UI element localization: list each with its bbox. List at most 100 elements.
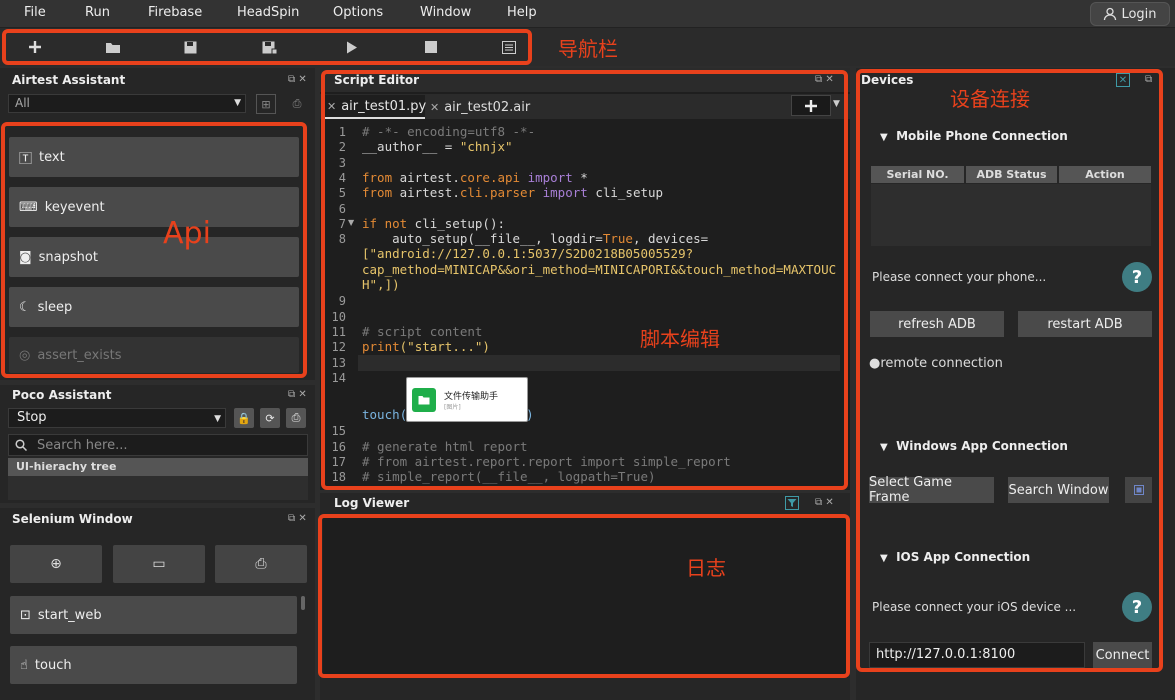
api-keyevent-button[interactable]: ⌨ keyevent: [9, 187, 299, 227]
table-header: Serial NO.: [871, 166, 964, 183]
search-window-button[interactable]: Search Window: [1008, 477, 1109, 503]
save-button[interactable]: [179, 36, 201, 58]
filter-select[interactable]: All ▼: [8, 94, 246, 113]
toolbar-annotation: 导航栏: [558, 37, 618, 61]
folder-icon: [106, 42, 120, 53]
filter-icon: [787, 499, 797, 507]
connect-button[interactable]: Connect: [1093, 642, 1152, 668]
plus-icon: [29, 41, 41, 53]
help-icon[interactable]: ?: [1122, 262, 1152, 292]
tab-air-test02[interactable]: ✕ air_test02.air: [428, 95, 538, 119]
menu-run[interactable]: Run: [85, 5, 110, 20]
panel-controls[interactable]: ⧉ ✕: [288, 513, 307, 524]
fold-arrow-icon[interactable]: ▼: [348, 218, 354, 227]
log-output[interactable]: [323, 516, 848, 678]
restart-adb-button[interactable]: restart ADB: [1018, 311, 1152, 337]
ios-url-input[interactable]: http://127.0.0.1:8100: [869, 642, 1085, 668]
filter-value: All: [15, 96, 30, 110]
help-icon[interactable]: ?: [1122, 592, 1152, 622]
save-as-icon: [262, 41, 277, 54]
code-line: # simple_report(__file__, logpath=True): [362, 469, 656, 484]
camera-icon: ⎙: [255, 556, 267, 572]
image-thumbnail[interactable]: 文件传输助手 [图片]: [406, 377, 528, 422]
poco-search-input[interactable]: Search here...: [8, 434, 308, 456]
api-sleep-button[interactable]: ☾ sleep: [9, 287, 299, 327]
scrollbar[interactable]: [301, 596, 305, 610]
selenium-touch-button[interactable]: ☝ touch: [10, 646, 297, 684]
menu-window[interactable]: Window: [420, 5, 471, 20]
current-line-highlight: [358, 355, 840, 371]
tools-icon[interactable]: ✕: [1116, 73, 1130, 87]
ios-connect-prompt: Please connect your iOS device ...: [872, 600, 1077, 614]
menu-help[interactable]: Help: [507, 5, 537, 20]
close-icon[interactable]: ✕: [430, 101, 439, 114]
open-file-button[interactable]: [102, 36, 124, 58]
remote-connection-toggle[interactable]: ●remote connection: [869, 356, 1003, 371]
menu-firebase[interactable]: Firebase: [148, 5, 202, 20]
mobile-section-title[interactable]: ▼ Mobile Phone Connection: [880, 129, 1068, 143]
panel-controls[interactable]: ⧉ ✕: [815, 497, 834, 508]
add-record-button[interactable]: ⊞: [256, 94, 276, 114]
selenium-record-button[interactable]: ⎙: [215, 545, 307, 583]
save-as-button[interactable]: [258, 36, 280, 58]
refresh-icon: ⟳: [265, 411, 275, 425]
new-tab-button[interactable]: [791, 95, 831, 116]
api-assert-exists-button[interactable]: ◎ assert_exists: [9, 337, 299, 373]
triangle-down-icon: ▼: [880, 442, 888, 453]
lock-button[interactable]: 🔒: [234, 408, 254, 428]
add-icon: ⊞: [261, 97, 271, 111]
globe-icon: ⊕: [50, 556, 62, 572]
refresh-adb-button[interactable]: refresh ADB: [870, 311, 1004, 337]
window-picker-button[interactable]: [1125, 477, 1152, 503]
code-line: print("start..."): [362, 339, 490, 354]
line-number: 16: [331, 440, 346, 454]
line-number: 9: [338, 294, 346, 308]
selenium-start-web-button[interactable]: ⊡ start_web: [10, 596, 297, 634]
search-icon: [15, 439, 27, 451]
api-text-button[interactable]: 🅃text: [9, 137, 299, 177]
chevron-down-icon[interactable]: ▼: [833, 99, 840, 109]
line-number: 8: [338, 232, 346, 246]
code-line: # from airtest.report.report import simp…: [362, 454, 731, 469]
code-line: H",]): [362, 277, 400, 292]
run-button[interactable]: [341, 36, 363, 58]
line-number: 12: [331, 340, 346, 354]
line-number: 18: [331, 470, 346, 484]
device-table-body[interactable]: [871, 184, 1151, 246]
record-button[interactable]: ⎙: [287, 94, 307, 114]
filter-button[interactable]: [785, 496, 799, 510]
select-game-frame-button[interactable]: Select Game Frame: [869, 475, 994, 505]
close-icon[interactable]: ✕: [327, 100, 336, 113]
line-number: 13: [331, 356, 346, 370]
refresh-tree-button[interactable]: ⟳: [260, 408, 280, 428]
tab-air-test01[interactable]: ✕ air_test01.py: [323, 95, 427, 119]
menu-options[interactable]: Options: [333, 5, 383, 20]
selenium-screen-button[interactable]: ▭: [113, 545, 205, 583]
window-icon: [1133, 485, 1144, 495]
line-number: 3: [338, 156, 346, 170]
selenium-window-title: Selenium Window: [12, 512, 133, 526]
panel-controls[interactable]: ⧉: [1145, 74, 1152, 85]
panel-controls[interactable]: ⧉ ✕: [815, 74, 834, 85]
selenium-browser-button[interactable]: ⊕: [10, 545, 102, 583]
poco-record-button[interactable]: ⎙: [286, 408, 306, 428]
ui-hierarchy-tree[interactable]: [8, 476, 308, 500]
code-line: auto_setup(__file__, logdir=True, device…: [362, 231, 709, 246]
new-file-button[interactable]: [24, 36, 46, 58]
api-snapshot-button[interactable]: ◙ snapshot: [9, 237, 299, 277]
panel-controls[interactable]: ⧉ ✕: [288, 389, 307, 400]
tab-air-test01-label: air_test01.py: [341, 98, 427, 114]
poco-mode-select[interactable]: Stop ▼: [8, 408, 226, 428]
menu-headspin[interactable]: HeadSpin: [237, 5, 299, 20]
windows-section-title[interactable]: ▼ Windows App Connection: [880, 439, 1068, 453]
code-line: if not cli_setup():: [362, 216, 505, 231]
moon-icon: ☾: [19, 299, 31, 315]
keyboard-icon: ⌨: [19, 199, 38, 215]
panel-controls[interactable]: ⧉ ✕: [288, 74, 307, 85]
login-button[interactable]: Login: [1090, 2, 1170, 26]
stop-button[interactable]: [420, 36, 442, 58]
log-button[interactable]: [498, 36, 520, 58]
menu-file[interactable]: File: [24, 5, 46, 20]
user-icon: [1104, 7, 1117, 21]
ios-section-title[interactable]: ▼ IOS App Connection: [880, 550, 1030, 564]
